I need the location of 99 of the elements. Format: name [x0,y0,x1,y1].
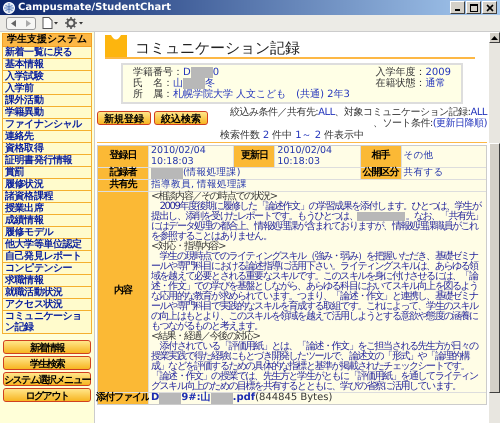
sidebar-item[interactable]: 賞罰 [2,167,92,179]
scrollbar[interactable] [489,32,500,423]
sidebar-item[interactable]: アクセス状況 [2,299,92,311]
header-cell: 登録日 [98,146,148,167]
count-label: 件表示中 [324,130,364,141]
field-value: 山 [173,78,183,89]
field-label: 在籍状態： [376,78,426,89]
minimize-icon [455,9,460,11]
sidebar-item[interactable]: コミュニケーション記録 [2,311,92,334]
filter-value: ALL [318,107,335,118]
header-cell: 公開区分 [360,168,401,179]
count-label: 検索件数 [220,130,260,141]
field-value: 冬 [205,78,215,89]
window-title: Campusmate/StudentChart [18,2,171,13]
sidebar-item[interactable]: 成績情報 [2,215,92,227]
section-heading: <結果・経過／今後の対応> [151,332,260,342]
file-link[interactable]: D [151,392,160,404]
field-label: 学籍番号： [133,67,183,78]
field-value: 通常 [426,78,446,89]
redaction-block [210,392,233,404]
header-cell: 共有先 [98,180,148,190]
up-arrow-icon [491,36,498,40]
field-label: 所 属： [133,89,173,100]
sidebar-button[interactable]: 新着情報 [3,340,91,354]
field-value: 札幌学院大学 人文こども (共通) 2年3 [173,89,350,100]
sidebar-item[interactable]: コンピテンシー [2,263,92,275]
right-arrow-icon [25,20,31,26]
field-value: 2009 [426,67,451,78]
cell-text: 2010/02/04 [277,146,334,156]
paragraph: 2009年度後期に履修した「論述作文」の学習成果を添付します。ひとつは、学生が提出し、添削を受けたレポートです。もうひとつは、 。なお、「共有先」にはデータ処理の都合上、情報処理課が含まれておりますが、情報処理課職員がこれを参照することはありません。 [151,202,484,242]
cell-text: 共有する [404,168,445,179]
file-size: (844845 Bytes) [255,392,332,404]
file-link[interactable]: .pdf [232,392,256,404]
sidebar-item[interactable]: 入学前 [2,83,92,95]
cell-text: 2010/02/04 [151,146,207,156]
maximize-button[interactable] [466,1,481,14]
header-cell: 更新日 [234,146,274,167]
sidebar-item[interactable]: 求職情報 [2,275,92,287]
sidebar-item[interactable]: 連絡先 [2,131,92,143]
cell-text: 10:18:03 [151,156,195,167]
field-label: 氏 名： [133,78,173,89]
field-value: D [183,67,191,78]
maximize-icon [470,4,478,12]
cell-text: 指導教員, 情報処理課 [151,180,248,190]
sidebar-item[interactable]: 履修状況 [2,179,92,191]
header-cell: 相手 [360,146,401,167]
sidebar-item[interactable]: 履修モデル [2,227,92,239]
minimize-button[interactable] [450,1,465,14]
sidebar-button[interactable]: ログアウト [3,388,91,402]
filter-label: 絞込み条件／共有先: [230,107,318,118]
filter-value: (更新日降順) [432,118,487,129]
close-icon [486,4,494,12]
sidebar-item[interactable]: 資格取得 [2,143,92,155]
sidebar-item[interactable]: 学籍異動 [2,107,92,119]
page-title: コミュニケーション記録 [135,39,300,57]
sidebar-item[interactable]: 基本情報 [2,59,92,71]
section-heading: <相談内容／その時点での状況> [151,192,277,202]
close-button[interactable] [482,1,497,14]
sidebar-button[interactable]: 学生検索 [3,356,91,370]
sidebar-item[interactable]: 自己発見レポート [2,251,92,263]
cell-text: 10:18:03 [277,156,321,167]
cell-text: (情報処理課) [183,168,240,179]
action-button[interactable]: 絞込検索 [154,111,208,125]
sidebar-item[interactable]: 証明書発行情報 [2,155,92,167]
heading-tab-icon [105,35,127,57]
paragraph: 学生の現時点でのライティングスキル（強み・弱み）を把握いただき、基礎ゼミナールや専門科目における論述指導に活用下さい。ライティングスキルは、あらゆる領域を越えて必要とされる重要なスキルです。このスキルを身に付けさせるには、「論述・作文」での学びを基盤としながら、あらゆる科目においてスキル向上を図るような応用的な教育が求められています。つまり、「論述・作文」と連携し、基礎ゼミナールや専門科目で実践的なスキルを育成する取組です。これによって、学生のスキルの向上はもとより、このスキルを領域を越えて活用しようとする意欲や態度の涵養にもつながるものと考えます。 [151,252,480,332]
sidebar-item[interactable]: 諸資格課程 [2,191,92,203]
section-heading: <対応・指導内容> [151,242,226,252]
scroll-up-button[interactable] [489,32,500,43]
header-cell: 内容 [98,192,148,392]
sidebar-item[interactable]: ファイナンシャル [2,119,92,131]
field-value: 0 [212,67,220,78]
count-value: 1～ 2 [295,130,322,141]
redaction-block [183,78,205,89]
page-menu-icon[interactable] [42,17,59,29]
scrollbar-thumb[interactable] [489,143,500,393]
sidebar-item[interactable]: 入学試験 [2,71,92,83]
action-button[interactable]: 新規登録 [97,111,151,125]
left-arrow-icon [11,20,17,26]
sidebar-item[interactable]: 他大学等単位認定 [2,239,92,251]
count-label: 件中 [272,130,292,141]
sidebar-item[interactable]: 就職活動状況 [2,287,92,299]
settings-icon[interactable] [65,17,84,29]
paragraph: 添付されている「評価用紙」とは、「論述・作文」をご担当される先生方が日々の授業実践で得た経験にもとづき開発したツールで、論述文の「形式」や「論理的構成」などを評価するための具体的な指標と基準が掲載されたチェックシートです。「論述・作文」の授業では、先生方と学生がともに「評価用紙」を通してライティングスキル向上のための目標を共有するとともに、学びの省察に活用しています。 [151,342,480,392]
filter-label: 、対象コミュニケーション記録: [334,107,471,118]
sidebar-item[interactable]: 新着一覧に戻る [2,47,92,59]
redaction-block [159,392,182,404]
sidebar-header: 学生支援システム [2,33,92,47]
field-label: 入学年度： [376,67,426,78]
filter-label: 、ソート条件: [372,118,433,129]
cell-text: その他 [404,151,435,162]
file-link[interactable]: 9#:山 [181,392,211,404]
redaction-block [190,67,213,78]
sidebar-item[interactable]: 授業出席 [2,203,92,215]
header-cell: 記録者 [98,168,148,179]
count-value: 2 [262,130,270,141]
globe-icon [3,2,15,14]
filter-value: ALL [470,107,487,118]
sidebar-item[interactable]: 課外活動 [2,95,92,107]
